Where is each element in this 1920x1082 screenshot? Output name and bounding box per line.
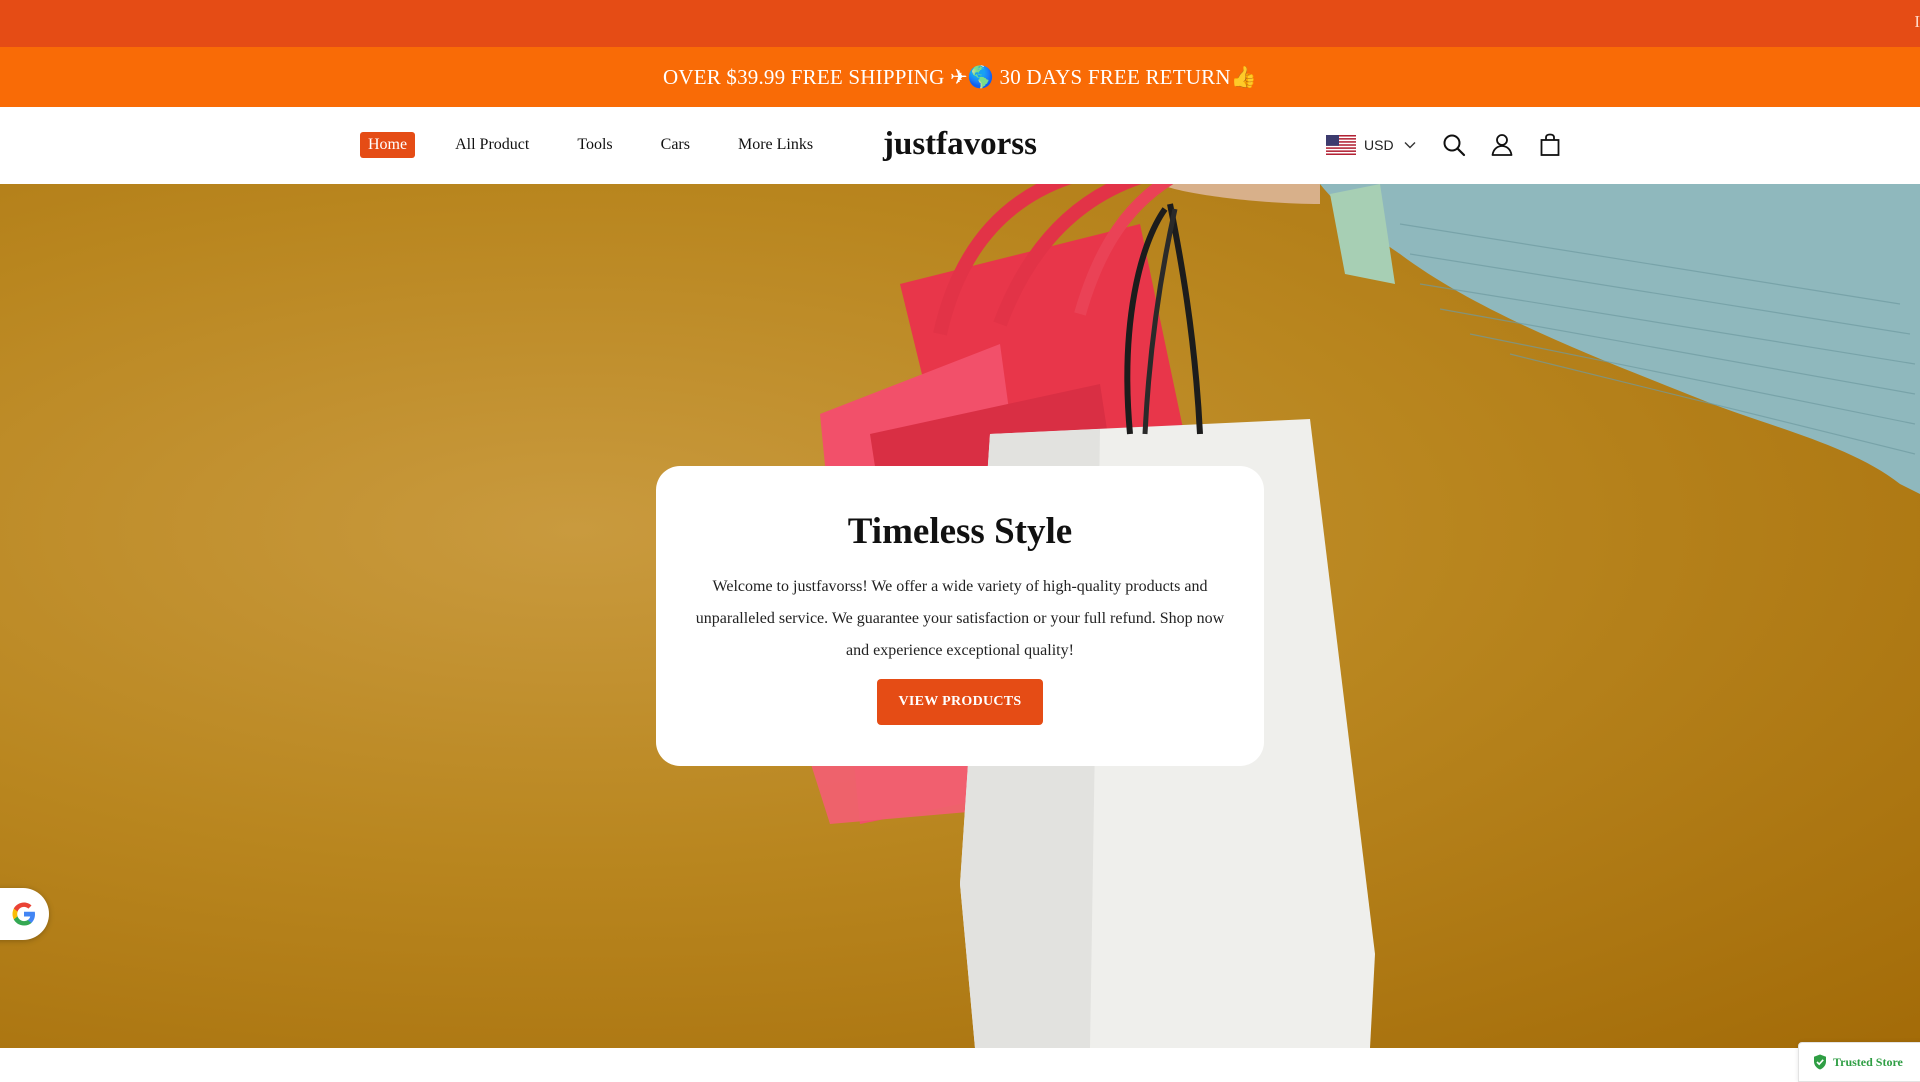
top-strip-text: I bbox=[1914, 12, 1920, 31]
chevron-down-icon bbox=[1404, 142, 1416, 149]
store-logo[interactable]: justfavorss bbox=[883, 126, 1037, 162]
hero-banner: Timeless Style Welcome to justfavorss! W… bbox=[0, 184, 1920, 1048]
cart-icon[interactable] bbox=[1537, 132, 1563, 158]
nav-item-cars[interactable]: Cars bbox=[653, 132, 698, 158]
trusted-store-badge[interactable]: Trusted Store bbox=[1798, 1042, 1920, 1082]
us-flag-icon bbox=[1326, 135, 1356, 155]
hero-title: Timeless Style bbox=[847, 511, 1073, 552]
top-promo-strip: I bbox=[0, 0, 1920, 47]
trusted-store-label: Trusted Store bbox=[1833, 1054, 1903, 1069]
logo-wrapper: justfavorss bbox=[0, 126, 1920, 163]
announcement-bar: OVER $39.99 FREE SHIPPING ✈🌎 30 DAYS FRE… bbox=[0, 47, 1920, 107]
nav-item-more-links[interactable]: More Links bbox=[730, 132, 821, 158]
hero-card: Timeless Style Welcome to justfavorss! W… bbox=[656, 466, 1264, 766]
nav-item-all-product[interactable]: All Product bbox=[447, 132, 537, 158]
main-nav: Home All Product Tools Cars More Links bbox=[360, 132, 853, 158]
currency-selector[interactable]: USD bbox=[1326, 135, 1416, 155]
currency-code: USD bbox=[1364, 137, 1394, 153]
nav-item-tools[interactable]: Tools bbox=[569, 132, 620, 158]
site-header: Home All Product Tools Cars More Links j… bbox=[0, 107, 1920, 185]
hero-description: Welcome to justfavorss! We offer a wide … bbox=[695, 578, 1225, 659]
search-icon[interactable] bbox=[1441, 132, 1467, 158]
account-icon[interactable] bbox=[1489, 132, 1515, 158]
shield-check-icon bbox=[1814, 1054, 1826, 1070]
google-icon bbox=[12, 902, 35, 926]
announcement-text: OVER $39.99 FREE SHIPPING ✈🌎 30 DAYS FRE… bbox=[662, 64, 1258, 89]
nav-item-home[interactable]: Home bbox=[360, 132, 416, 158]
view-products-button[interactable]: VIEW PRODUCTS bbox=[877, 679, 1043, 725]
